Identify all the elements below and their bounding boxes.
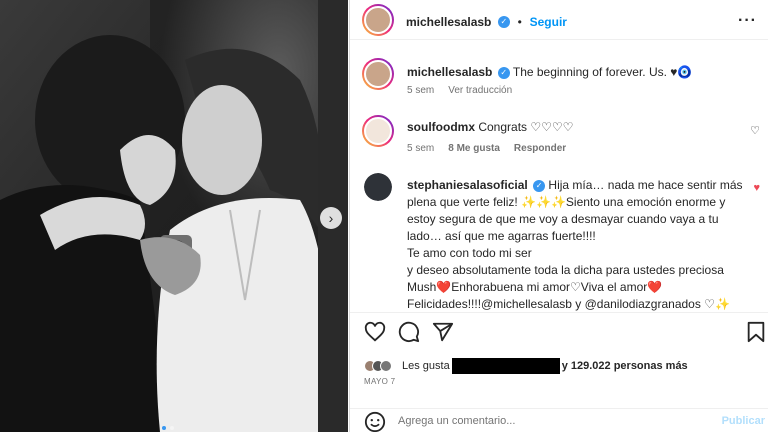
- caption-text: The beginning of forever. Us. ♥🧿: [512, 65, 693, 79]
- post-date[interactable]: MAYO 7: [364, 377, 395, 386]
- heart-icon[interactable]: ♥: [753, 182, 760, 194]
- comment-author[interactable]: soulfoodmx: [407, 120, 475, 134]
- photo-image: [0, 0, 348, 432]
- comment-bar: Publicar: [350, 408, 768, 432]
- comment-line: estoy segura de que me voy a desmayar cu…: [407, 212, 719, 226]
- share-icon[interactable]: [432, 321, 454, 343]
- comment-likes[interactable]: 8 Me gusta: [448, 143, 500, 154]
- translate-link[interactable]: Ver traducción: [448, 85, 512, 96]
- comment-line: Felicidades!!!!@michellesalasb y @danilo…: [407, 297, 730, 311]
- comment: stephaniesalasoficial ✓ Hija mía… nada m…: [407, 177, 743, 313]
- comment-author[interactable]: stephaniesalasoficial: [407, 178, 528, 192]
- comment-text: Congrats ♡♡♡♡: [478, 120, 574, 134]
- carousel-dot: [162, 426, 166, 430]
- comment-age[interactable]: 5 sem: [407, 143, 434, 154]
- comment-line: plena que verte feliz! ✨✨✨Siento una emo…: [407, 195, 726, 209]
- avatar[interactable]: [364, 173, 392, 201]
- carousel-indicator: [162, 426, 174, 430]
- caption: michellesalasb ✓ The beginning of foreve…: [407, 64, 692, 81]
- chevron-right-icon[interactable]: ›: [320, 207, 342, 229]
- comment: soulfoodmx Congrats ♡♡♡♡: [407, 119, 573, 136]
- avatar[interactable]: [362, 115, 394, 147]
- heart-icon[interactable]: ♡: [750, 124, 760, 137]
- carousel-dot: [170, 426, 174, 430]
- heart-icon[interactable]: [364, 321, 386, 343]
- comment-line: Mush❤️Enhorabuena mi amor♡Viva el amor❤️: [407, 280, 663, 294]
- verified-icon: ✓: [497, 66, 510, 79]
- author-username[interactable]: michellesalasb: [406, 15, 491, 29]
- comment-line: lado… así que me agarras fuerte!!!!: [407, 229, 596, 243]
- avatar[interactable]: [362, 58, 394, 90]
- likes-summary[interactable]: Les gusta y 129.022 personas más: [364, 358, 688, 374]
- redacted-block: [451, 358, 560, 374]
- comment-line: y deseo absolutamente toda la dicha para…: [407, 263, 724, 277]
- comment-meta: 5 sem 8 Me gusta Responder: [407, 143, 566, 154]
- follow-button[interactable]: Seguir: [530, 15, 567, 29]
- comment-line: Te amo con todo mi ser: [407, 246, 532, 260]
- comment-line: Hija mía… nada me hace sentir más: [548, 178, 743, 192]
- caption-meta: 5 sem Ver traducción: [407, 85, 512, 96]
- separator-dot: •: [514, 15, 526, 29]
- comment-icon[interactable]: [398, 321, 420, 343]
- post-header: michellesalasb ✓ • Seguir ···: [350, 0, 768, 40]
- caption-author[interactable]: michellesalasb: [407, 65, 492, 79]
- reply-button[interactable]: Responder: [514, 143, 566, 154]
- likes-count[interactable]: y 129.022 personas más: [562, 360, 688, 372]
- post-comment-button[interactable]: Publicar: [722, 415, 765, 427]
- emoji-icon[interactable]: [364, 411, 386, 432]
- verified-icon: ✓: [497, 15, 510, 28]
- caption-age[interactable]: 5 sem: [407, 85, 434, 96]
- post-sidebar: michellesalasb ✓ • Seguir ··· michellesa…: [349, 0, 768, 432]
- likes-prefix: Les gusta: [402, 360, 450, 372]
- more-options-icon[interactable]: ···: [738, 12, 757, 30]
- bookmark-icon[interactable]: [746, 321, 766, 343]
- action-bar: [350, 312, 768, 350]
- avatar[interactable]: [362, 4, 394, 36]
- comment-input[interactable]: [398, 415, 698, 427]
- post-photo[interactable]: ›: [0, 0, 348, 432]
- verified-icon: ✓: [533, 179, 546, 192]
- liker-avatar: [380, 360, 392, 372]
